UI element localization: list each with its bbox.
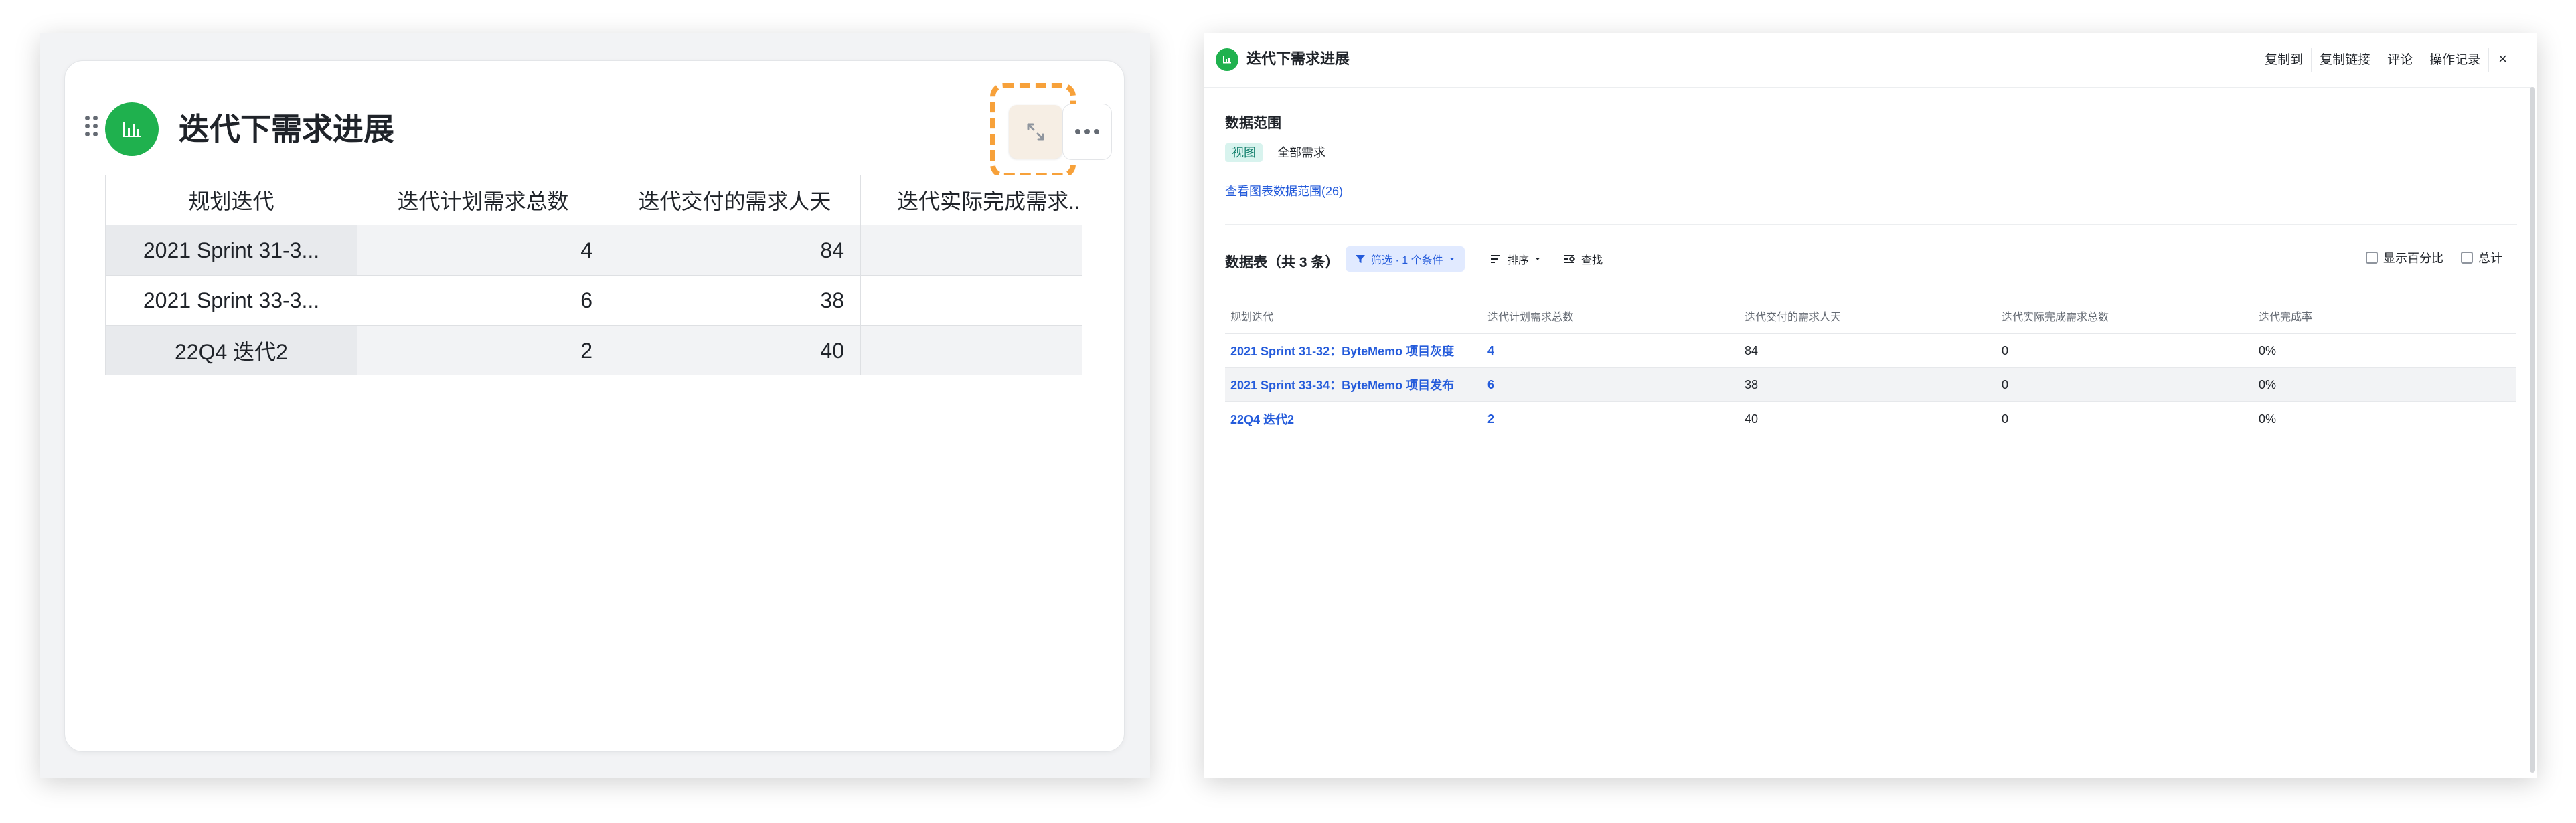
bar-chart-icon [105, 102, 159, 156]
filter-label: 筛选 · 1 个条件 [1371, 255, 1443, 266]
chevron-down-icon [1449, 258, 1454, 260]
iteration-link[interactable]: 22Q4 迭代2 [1225, 401, 1482, 436]
table-cell: 4 [357, 225, 609, 276]
table-row: 22Q4 迭代2 2 40 0 [105, 325, 1082, 375]
bar-chart-icon [1216, 48, 1238, 71]
table-row: 2021 Sprint 31-32：ByteMemo 项目灰度 4 84 0 0… [1225, 333, 2516, 368]
chevron-down-icon [1536, 258, 1540, 260]
table-title: 数据表（共 3 条） [1225, 255, 1340, 270]
close-icon[interactable]: × [2488, 48, 2516, 72]
count-link[interactable]: 6 [1482, 367, 1739, 402]
table-cell: 0 [860, 275, 1082, 326]
view-value: 全部需求 [1277, 146, 1325, 159]
sort-label: 排序 [1508, 255, 1530, 266]
more-button[interactable] [1062, 104, 1112, 160]
table-cell: 22Q4 迭代2 [105, 325, 357, 375]
view-tag: 视图 [1225, 143, 1263, 162]
table-row: 2021 Sprint 31-3... 4 84 0 [105, 225, 1082, 276]
show-percent-checkbox[interactable]: 显示百分比 [2366, 249, 2443, 266]
column-header: 迭代实际完成需求... [860, 175, 1082, 225]
sort-icon [1491, 255, 1500, 263]
count-link[interactable]: 2 [1482, 401, 1739, 436]
find-label: 查找 [1581, 255, 1603, 266]
checkbox-icon [2461, 252, 2473, 264]
count-link[interactable]: 4 [1482, 333, 1739, 368]
table-cell: 84 [609, 225, 861, 276]
data-table: 规划迭代 迭代计划需求总数 迭代交付的需求人天 迭代实际完成需求总数 迭代完成率… [1225, 298, 2516, 436]
table-cell: 40 [609, 325, 861, 375]
find-icon [1564, 255, 1575, 263]
checkbox-icon [2366, 252, 2378, 264]
filter-icon [1356, 255, 1365, 263]
find-button[interactable]: 查找 [1564, 246, 1603, 272]
column-header: 迭代交付的需求人天 [1739, 298, 1996, 334]
table-cell: 0 [1996, 367, 2253, 402]
divider [1225, 224, 2517, 225]
column-header: 迭代实际完成需求总数 [1996, 298, 2253, 334]
drag-handle-icon[interactable] [85, 116, 98, 139]
table-header-row: 规划迭代 迭代计划需求总数 迭代交付的需求人天 迭代实际完成需求总数 迭代完成率 [1225, 298, 2516, 334]
column-header: 迭代完成率 [2253, 298, 2516, 334]
iteration-link[interactable]: 2021 Sprint 31-32：ByteMemo 项目灰度 [1225, 333, 1482, 368]
table-cell: 0 [1996, 401, 2253, 436]
chart-card: 迭代下需求进展 规划迭代 迭代计划需求总数 迭代交付的需求人天 迭代实际完成需求… [64, 60, 1125, 752]
table-cell: 0 [1996, 333, 2253, 368]
comment-button[interactable]: 评论 [2379, 48, 2421, 72]
table-row: 2021 Sprint 33-34：ByteMemo 项目发布 6 38 0 0… [1225, 367, 2516, 402]
table-row: 2021 Sprint 33-3... 6 38 0 [105, 275, 1082, 326]
dialog-title: 迭代下需求进展 [1246, 50, 1350, 67]
vertical-scrollbar[interactable] [2530, 87, 2535, 773]
total-label: 总计 [2478, 252, 2502, 265]
dashboard-panel: 迭代下需求进展 规划迭代 迭代计划需求总数 迭代交付的需求人天 迭代实际完成需求… [40, 33, 1150, 778]
data-range-label: 数据范围 [1225, 116, 1281, 131]
expand-button[interactable] [1009, 105, 1062, 159]
total-checkbox[interactable]: 总计 [2461, 249, 2502, 266]
expand-icon [1027, 123, 1044, 141]
table-cell: 2021 Sprint 31-3... [105, 225, 357, 276]
table-cell: 0% [2253, 401, 2516, 436]
card-title: 迭代下需求进展 [179, 112, 394, 147]
table-cell: 0 [860, 325, 1082, 375]
column-header: 迭代计划需求总数 [357, 175, 609, 225]
table-cell: 0% [2253, 367, 2516, 402]
table-cell: 38 [1739, 367, 1996, 402]
sort-button[interactable]: 排序 [1490, 246, 1541, 272]
column-header: 迭代交付的需求人天 [609, 175, 861, 225]
filter-button[interactable]: 筛选 · 1 个条件 [1346, 246, 1465, 272]
expanded-dialog: 迭代下需求进展 复制到 复制链接 评论 操作记录 × 数据范围 视图 全部需求 … [1204, 33, 2537, 778]
column-header: 迭代计划需求总数 [1482, 298, 1739, 334]
table-cell: 2 [357, 325, 609, 375]
table-cell: 6 [357, 275, 609, 326]
table-row: 22Q4 迭代2 2 40 0 0% [1225, 401, 2516, 436]
preview-table: 规划迭代 迭代计划需求总数 迭代交付的需求人天 迭代实际完成需求... 2021… [105, 175, 1082, 375]
copy-to-button[interactable]: 复制到 [2257, 48, 2311, 72]
table-cell: 0% [2253, 333, 2516, 368]
table-cell: 38 [609, 275, 861, 326]
history-button[interactable]: 操作记录 [2421, 48, 2488, 72]
table-cell: 84 [1739, 333, 1996, 368]
dialog-actions: 复制到 复制链接 评论 操作记录 × [2257, 48, 2516, 72]
table-cell: 0 [860, 225, 1082, 276]
data-range-link[interactable]: 查看图表数据范围(26) [1225, 182, 1343, 199]
column-header: 规划迭代 [105, 175, 357, 225]
column-header: 规划迭代 [1225, 298, 1482, 334]
table-cell: 40 [1739, 401, 1996, 436]
iteration-link[interactable]: 2021 Sprint 33-34：ByteMemo 项目发布 [1225, 367, 1482, 402]
show-percent-label: 显示百分比 [2383, 252, 2443, 265]
copy-link-button[interactable]: 复制链接 [2311, 48, 2379, 72]
table-cell: 2021 Sprint 33-3... [105, 275, 357, 326]
dialog-header: 迭代下需求进展 复制到 复制链接 评论 操作记录 × [1204, 33, 2532, 88]
table-header-row: 规划迭代 迭代计划需求总数 迭代交付的需求人天 迭代实际完成需求... [105, 175, 1082, 225]
